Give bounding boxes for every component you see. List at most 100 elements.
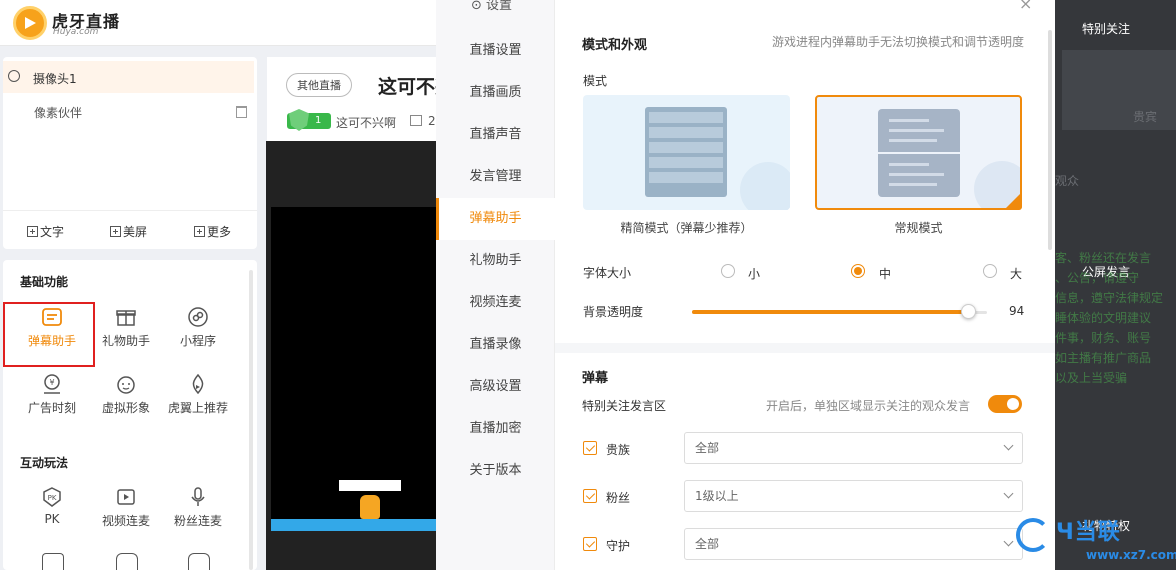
- chevron-down-icon: [1003, 440, 1014, 451]
- danmu-section-title: 弹幕: [582, 371, 609, 386]
- plus-box-icon: [110, 226, 121, 237]
- quiz-icon[interactable]: [116, 553, 138, 570]
- tool-fan-link[interactable]: 粉丝连麦: [158, 486, 238, 529]
- tool-virtual-avatar[interactable]: 虚拟形象: [86, 373, 166, 416]
- chevron-down-icon: [1003, 488, 1014, 499]
- section-divider: [555, 343, 1055, 353]
- noble-select[interactable]: 全部: [684, 432, 1023, 464]
- mode-simple-card[interactable]: [583, 95, 796, 218]
- guard-checkbox[interactable]: [583, 537, 597, 551]
- add-beauty-button[interactable]: 美屏: [110, 223, 147, 240]
- tool-ad-moment[interactable]: ¥ 广告时刻: [12, 373, 92, 416]
- tool-label: PK: [44, 512, 60, 526]
- close-icon[interactable]: ×: [1019, 0, 1032, 13]
- fan-label: 粉丝: [606, 491, 631, 505]
- nav-live-settings[interactable]: 直播设置: [436, 30, 555, 72]
- tv-icon[interactable]: [42, 553, 64, 570]
- opacity-label: 背景透明度: [583, 305, 644, 319]
- tool-gift-assistant[interactable]: 礼物助手: [86, 306, 166, 349]
- add-beauty-label: 美屏: [123, 225, 148, 239]
- tool-label: 礼物助手: [101, 334, 150, 348]
- follow-area-toggle[interactable]: [988, 395, 1022, 413]
- avatar-face-icon: [117, 376, 135, 394]
- tool-video-link[interactable]: 视频连麦: [86, 486, 166, 529]
- nav-gift-assistant[interactable]: 礼物助手: [436, 240, 555, 282]
- settings-title: 设置: [486, 0, 513, 13]
- tool-label: 小程序: [179, 334, 216, 348]
- settings-scrollbar[interactable]: [1048, 30, 1052, 250]
- watermark-url: www.xz7.com: [1086, 548, 1176, 562]
- add-text-button[interactable]: 文字: [27, 223, 64, 240]
- watermark-logo-icon: [1016, 518, 1050, 552]
- scene-label: 摄像头1: [33, 72, 77, 86]
- follow-area-note: 开启后，单独区域显示关注的观众发言: [766, 399, 971, 413]
- noble-select-value: 全部: [695, 441, 720, 455]
- tool-pk[interactable]: PK PK: [12, 486, 92, 526]
- mode-normal-card[interactable]: [815, 95, 1030, 217]
- tool-label: 粉丝连麦: [173, 514, 222, 528]
- opacity-value: 94: [1009, 304, 1025, 318]
- add-more-button[interactable]: 更多: [194, 223, 231, 240]
- video-link-icon: [117, 489, 135, 505]
- font-size-large-label: 大: [1010, 267, 1023, 281]
- annotation-highlight-box: [3, 302, 95, 367]
- chevron-down-icon: [1003, 536, 1014, 547]
- fan-checkbox[interactable]: [583, 489, 597, 503]
- scrollbar[interactable]: [249, 270, 253, 570]
- nav-advanced[interactable]: 高级设置: [436, 366, 555, 408]
- ad-icon: ¥: [44, 374, 60, 394]
- category-tag[interactable]: 其他直播: [286, 73, 352, 97]
- chat-tab-ghost: 观众: [1055, 174, 1080, 188]
- normal-mode-preview-icon: [878, 109, 1030, 217]
- fan-select-value: 1级以上: [695, 489, 739, 503]
- noble-checkbox[interactable]: [583, 441, 597, 455]
- tool-recommend[interactable]: 虎翼上推荐: [158, 373, 238, 416]
- opacity-slider-fill: [692, 310, 969, 314]
- interactive-features-title: 互动玩法: [20, 456, 69, 470]
- chat-panel-overlay: [1062, 50, 1176, 130]
- miniapp-icon: [188, 307, 208, 327]
- plus-box-icon: [27, 226, 38, 237]
- nav-active-indicator: [436, 198, 439, 240]
- guard-select[interactable]: 全部: [684, 528, 1023, 560]
- svg-text:PK: PK: [48, 494, 57, 502]
- tool-mini-program[interactable]: 小程序: [158, 306, 238, 349]
- lottery-icon[interactable]: [188, 553, 210, 570]
- gear-icon: ⊙: [471, 0, 487, 13]
- watermark-text: Ч当联: [1056, 520, 1121, 545]
- gift-icon: [116, 310, 136, 326]
- font-size-small-radio[interactable]: [721, 264, 735, 278]
- nav-encryption[interactable]: 直播加密: [436, 408, 555, 450]
- nav-speech-manage[interactable]: 发言管理: [436, 156, 555, 198]
- nav-recording[interactable]: 直播录像: [436, 324, 555, 366]
- opacity-slider-thumb[interactable]: [961, 304, 976, 319]
- simple-mode-preview-icon: [645, 107, 796, 218]
- stream-title: 这可不兴啊: [378, 76, 436, 98]
- source-item[interactable]: 像素伙伴: [34, 104, 82, 121]
- nav-video-quality[interactable]: 直播画质: [436, 72, 555, 114]
- font-size-medium-radio[interactable]: [851, 264, 865, 278]
- guard-label: 守护: [606, 539, 631, 553]
- follow-area-label: 特别关注发言区: [582, 399, 667, 413]
- guard-select-value: 全部: [695, 537, 720, 551]
- tool-label: 虚拟形象: [101, 401, 150, 415]
- huya-logo-icon: [13, 6, 47, 40]
- trash-icon[interactable]: [236, 106, 247, 118]
- nav-danmu-assistant[interactable]: 弹幕助手: [436, 198, 555, 240]
- mic-icon: [191, 487, 205, 506]
- fan-select[interactable]: 1级以上: [684, 480, 1023, 512]
- mode-simple-label: 精简模式（弹幕少推荐）: [620, 221, 753, 235]
- nav-video-link[interactable]: 视频连麦: [436, 282, 555, 324]
- mode-section-title: 模式和外观: [582, 38, 648, 53]
- huya-streamer-app: 虎牙直播 Huya.com 摄像头1 像素伙伴 文字 美屏 更多 基础功能 弹幕…: [0, 0, 1176, 570]
- basic-features-title: 基础功能: [20, 275, 69, 289]
- nav-audio[interactable]: 直播声音: [436, 114, 555, 156]
- brand-domain: Huya.com: [53, 27, 99, 37]
- font-size-large-radio[interactable]: [983, 264, 997, 278]
- mode-normal-label: 常规模式: [894, 221, 943, 235]
- special-follow-tab[interactable]: 特别关注: [1082, 20, 1130, 37]
- nav-about[interactable]: 关于版本: [436, 450, 555, 492]
- mascot-icon: [360, 495, 380, 519]
- add-more-label: 更多: [207, 225, 232, 239]
- room-number: 2: [428, 114, 436, 128]
